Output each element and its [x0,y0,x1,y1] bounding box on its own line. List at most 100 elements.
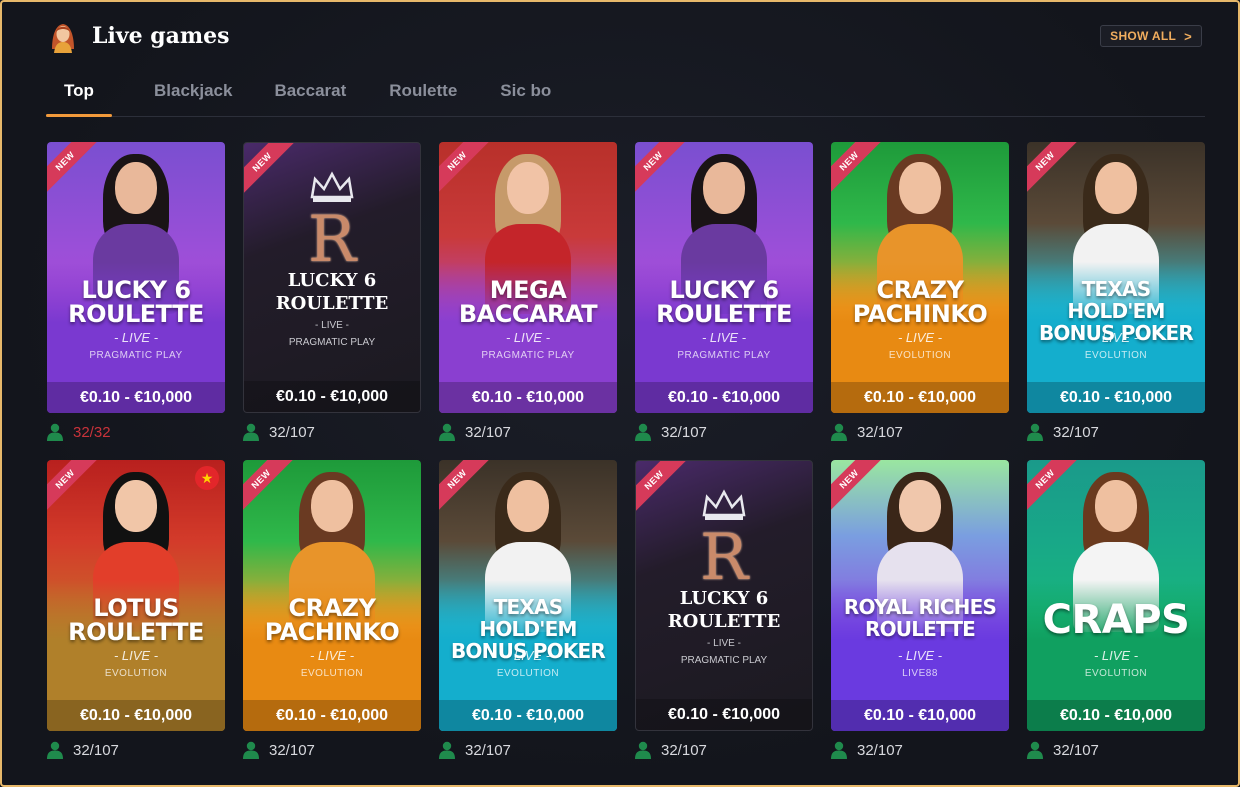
game-card[interactable]: LUCKY 6 ROULETTE - LIVE - PRAGMATIC PLAY NE… [47,142,225,413]
provider-name: EVOLUTION [888,350,952,361]
player-count: 32/107 [635,421,813,443]
provider-name: EVOLUTION [1084,350,1148,361]
bet-limits: €0.10 - €10,000 [243,700,421,731]
player-count: 32/107 [831,421,1009,443]
new-badge: NEW [635,142,688,196]
bet-limits: €0.10 - €10,000 [47,700,225,731]
live-tag: - LIVE - [113,648,159,663]
tab-blackjack[interactable]: Blackjack [154,66,232,116]
player-count: 32/32 [47,421,225,443]
bet-limits: €0.10 - €10,000 [439,700,617,731]
game-title: CRAPS [1042,597,1190,643]
user-icon [243,423,259,441]
game-title: CRAZY PACHINKO [852,276,988,328]
section-header: Live games SHOW ALL > [46,16,1202,56]
live-tag: - LIVE - [1093,330,1139,345]
bet-limits: €0.10 - €10,000 [636,699,812,730]
bet-limits: €0.10 - €10,000 [1027,700,1205,731]
game-card[interactable]: CRAZY PACHINKO - LIVE - EVOLUTION NEW €0.10 … [831,142,1009,413]
player-count: 32/107 [1027,739,1205,761]
game-card[interactable]: MEGA BACCARAT - LIVE - PRAGMATIC PLAY NEW €0… [439,142,617,413]
game-card[interactable]: TEXAS HOLD'EM BONUS POKER - LIVE - EVOLUTI… [439,460,617,731]
new-badge: NEW [1027,460,1080,514]
game-card[interactable]: LOTUS ROULETTE - LIVE - EVOLUTION NEW ★ €0.10… [47,460,225,731]
live-tag: - LIVE - [315,320,349,331]
tab-baccarat[interactable]: Baccarat [274,66,346,116]
new-badge: NEW [1027,142,1080,196]
bet-limits: €0.10 - €10,000 [831,382,1009,413]
game-title: LUCKY 6 ROULETTE [275,270,389,314]
new-badge: NEW [831,142,884,196]
player-count-value: 32/107 [1053,741,1099,759]
provider-name: EVOLUTION [104,668,168,679]
tab-sic-bo[interactable]: Sic bo [500,66,551,116]
tab-top[interactable]: Top [46,66,112,117]
live-tag: - LIVE - [707,638,741,649]
provider-name: PRAGMATIC PLAY [288,337,376,348]
player-count-value: 32/107 [465,423,511,441]
bet-limits: €0.10 - €10,000 [831,700,1009,731]
bet-limits: €0.10 - €10,000 [439,382,617,413]
game-card[interactable]: CRAPS - LIVE - EVOLUTION NEW €0.10 - €10,000 [1027,460,1205,731]
game-card[interactable]: LUCKY 6 ROULETTE - LIVE - PRAGMATIC PLAY NE… [635,142,813,413]
player-count-value: 32/107 [661,741,707,759]
player-count-value: 32/107 [269,741,315,759]
new-badge: NEW [831,460,884,514]
provider-name: EVOLUTION [1084,668,1148,679]
provider-name: PRAGMATIC PLAY [89,350,183,361]
game-card[interactable]: ROYAL RICHES ROULETTE - LIVE - LIVE88 NEW €0… [831,460,1009,731]
bet-limits: €0.10 - €10,000 [635,382,813,413]
player-count-value: 32/107 [465,741,511,759]
user-icon [439,423,455,441]
user-icon [831,423,847,441]
bet-limits: €0.10 - €10,000 [244,381,420,412]
user-icon [243,741,259,759]
game-title: CRAZY PACHINKO [264,594,400,646]
game-card[interactable]: CRAZY PACHINKO - LIVE - EVOLUTION NEW €0.10 … [243,460,421,731]
player-count-value: 32/107 [269,423,315,441]
game-title: ROYAL RICHES ROULETTE [843,595,997,641]
live-tag: - LIVE - [505,330,551,345]
player-count: 32/107 [439,421,617,443]
game-card[interactable]: R LUCKY 6 ROULETTE - LIVE - PRAGMATIC PLAY N… [243,142,421,413]
user-icon [1027,423,1043,441]
live-tag: - LIVE - [113,330,159,345]
new-badge: NEW [243,460,296,514]
user-icon [635,741,651,759]
chevron-right-icon: > [1184,28,1192,44]
live-games-panel: Live games SHOW ALL > Top Blackjack Bacc… [0,0,1240,787]
live-tag: - LIVE - [897,330,943,345]
player-count: 32/107 [831,739,1009,761]
player-count: 32/107 [243,421,421,443]
player-count-value: 32/107 [73,741,119,759]
live-tag: - LIVE - [897,648,943,663]
new-badge: NEW [439,460,492,514]
show-all-button[interactable]: SHOW ALL > [1100,25,1202,47]
player-count: 32/107 [243,739,421,761]
star-flag-icon: ★ [195,466,219,490]
user-icon [831,741,847,759]
provider-name: EVOLUTION [496,668,560,679]
provider-name: PRAGMATIC PLAY [680,655,768,666]
crown-icon [310,171,354,202]
live-tag: - LIVE - [309,648,355,663]
provider-name: PRAGMATIC PLAY [481,350,575,361]
user-icon [47,423,63,441]
live-dealer-avatar-icon [46,19,80,53]
game-card[interactable]: R LUCKY 6 ROULETTE - LIVE - PRAGMATIC PLAY N… [635,460,813,731]
game-card[interactable]: TEXAS HOLD'EM BONUS POKER - LIVE - EVOLUTI… [1027,142,1205,413]
game-title: LUCKY 6 ROULETTE [656,276,792,328]
roulette-logo-letter: R [307,203,357,277]
game-title: LUCKY 6 ROULETTE [68,276,204,328]
player-count-value: 32/32 [73,423,111,441]
show-all-label: SHOW ALL [1110,29,1177,43]
live-tag: - LIVE - [701,330,747,345]
player-count-value: 32/107 [1053,423,1099,441]
bet-limits: €0.10 - €10,000 [47,382,225,413]
player-count-value: 32/107 [857,741,903,759]
new-badge: NEW [439,142,492,196]
tab-roulette[interactable]: Roulette [389,66,457,116]
player-count-value: 32/107 [857,423,903,441]
provider-name: LIVE88 [902,668,938,679]
user-icon [439,741,455,759]
